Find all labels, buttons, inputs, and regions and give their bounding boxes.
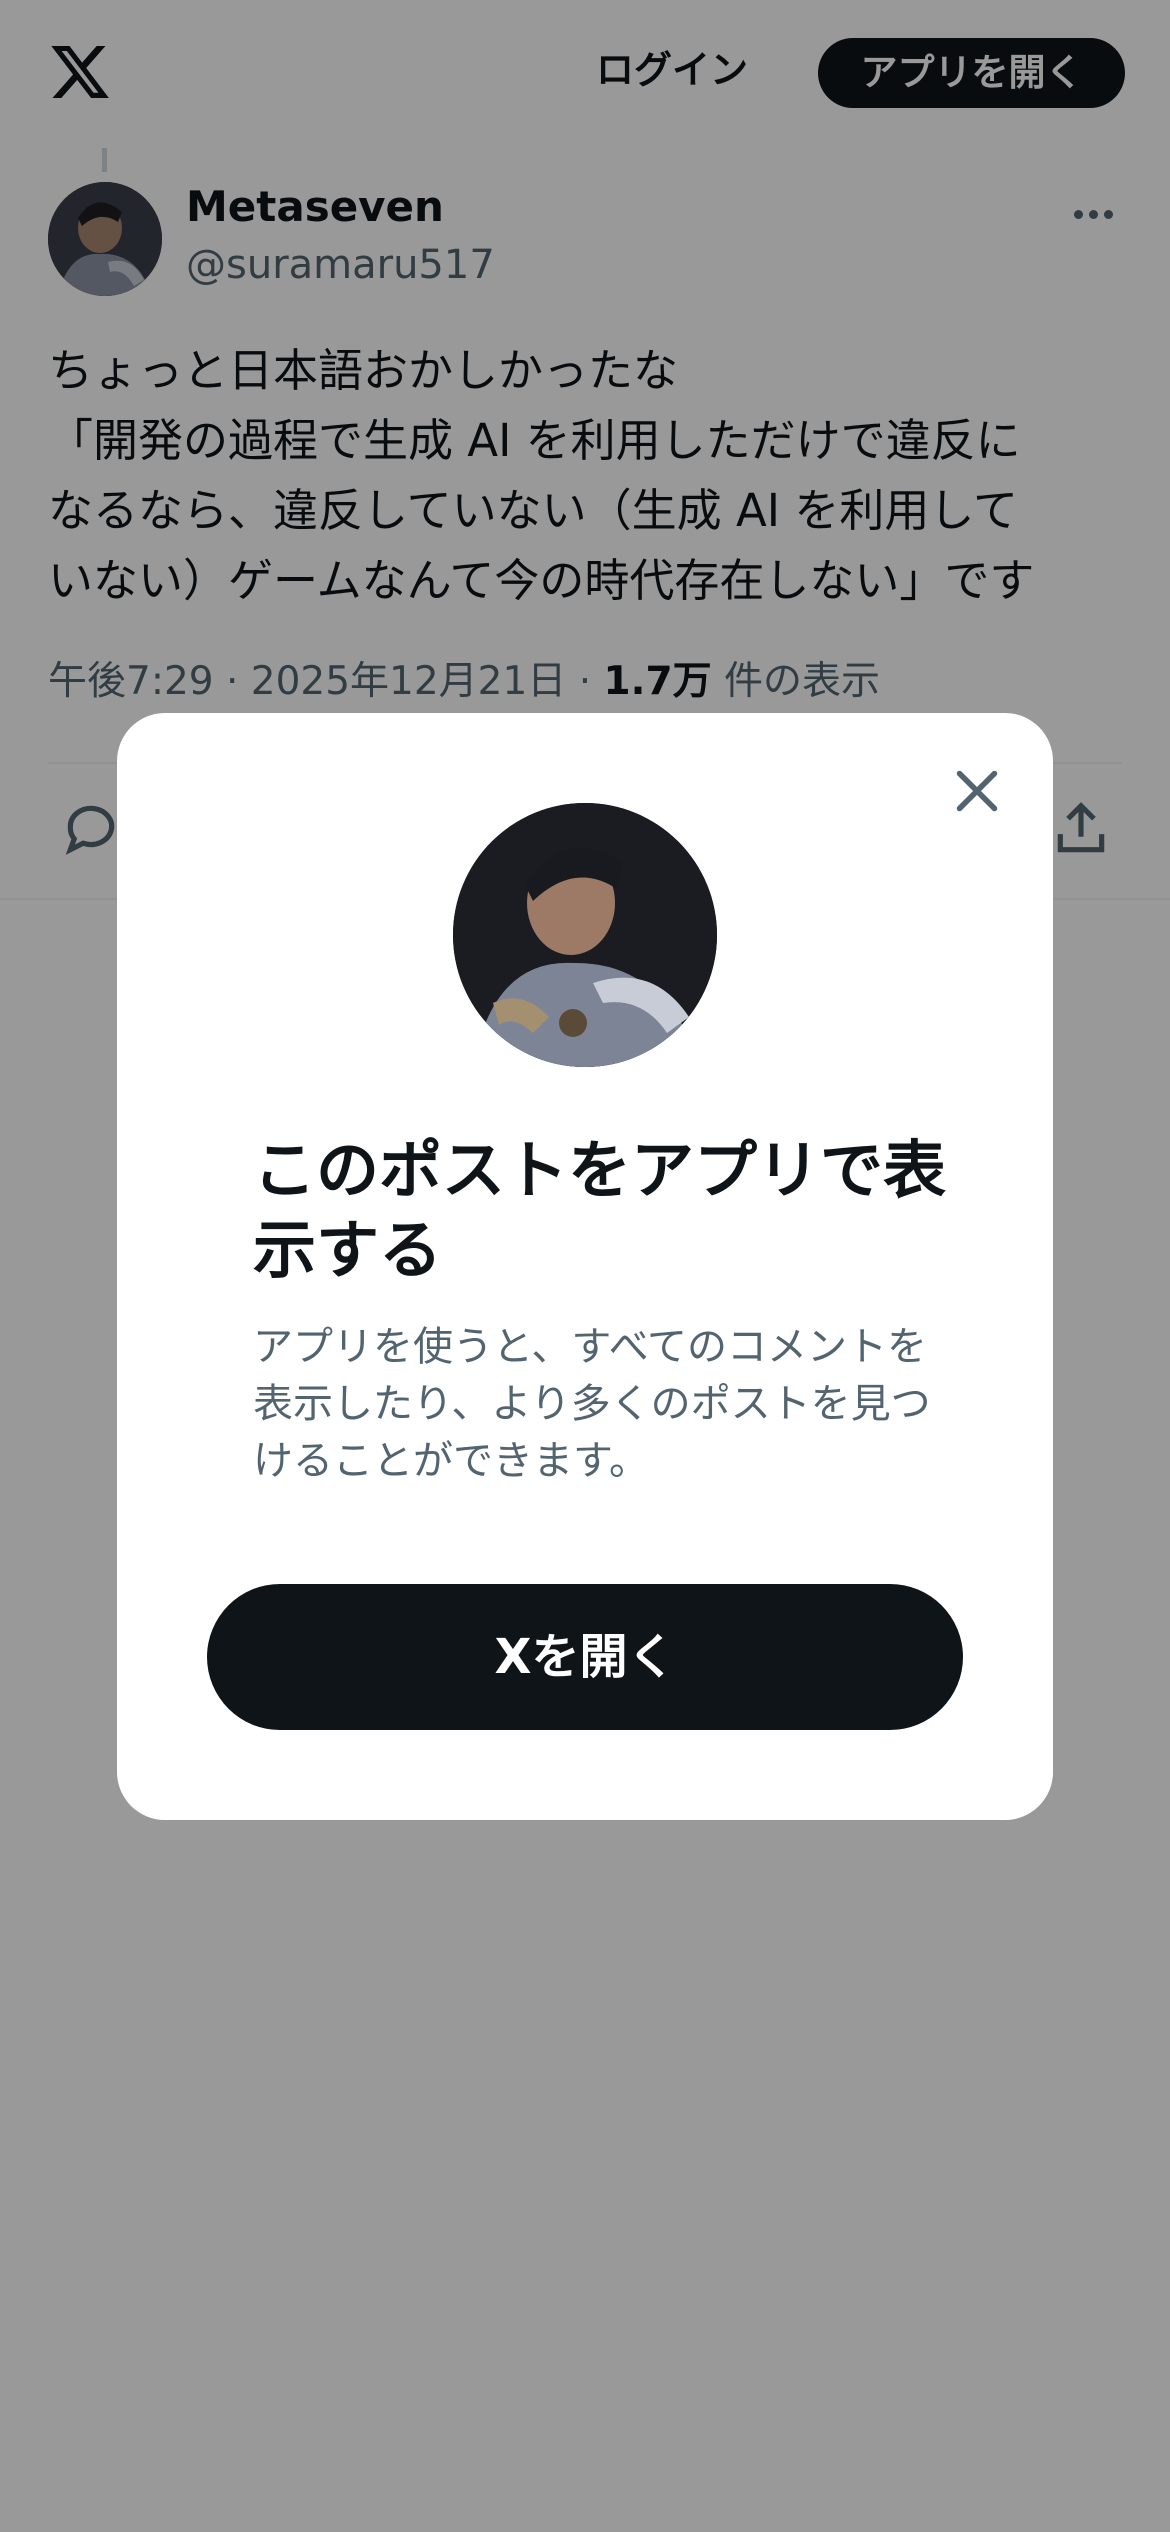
close-icon[interactable] xyxy=(947,761,1007,821)
open-in-app-dialog: このポストをアプリで表示する アプリを使うと、すべてのコメントを表示したり、より… xyxy=(117,713,1053,1820)
dialog-description: アプリを使うと、すべてのコメントを表示したり、より多くのポストを見つけることがで… xyxy=(253,1324,931,1484)
page: ログイン アプリを開く Metaseven @suramaru517 ちょっと日… xyxy=(0,0,1170,2532)
profile-avatar xyxy=(453,803,717,1067)
dialog-title: このポストをアプリで表示する xyxy=(253,1134,946,1287)
open-x-button[interactable]: Xを開く xyxy=(207,1584,963,1730)
